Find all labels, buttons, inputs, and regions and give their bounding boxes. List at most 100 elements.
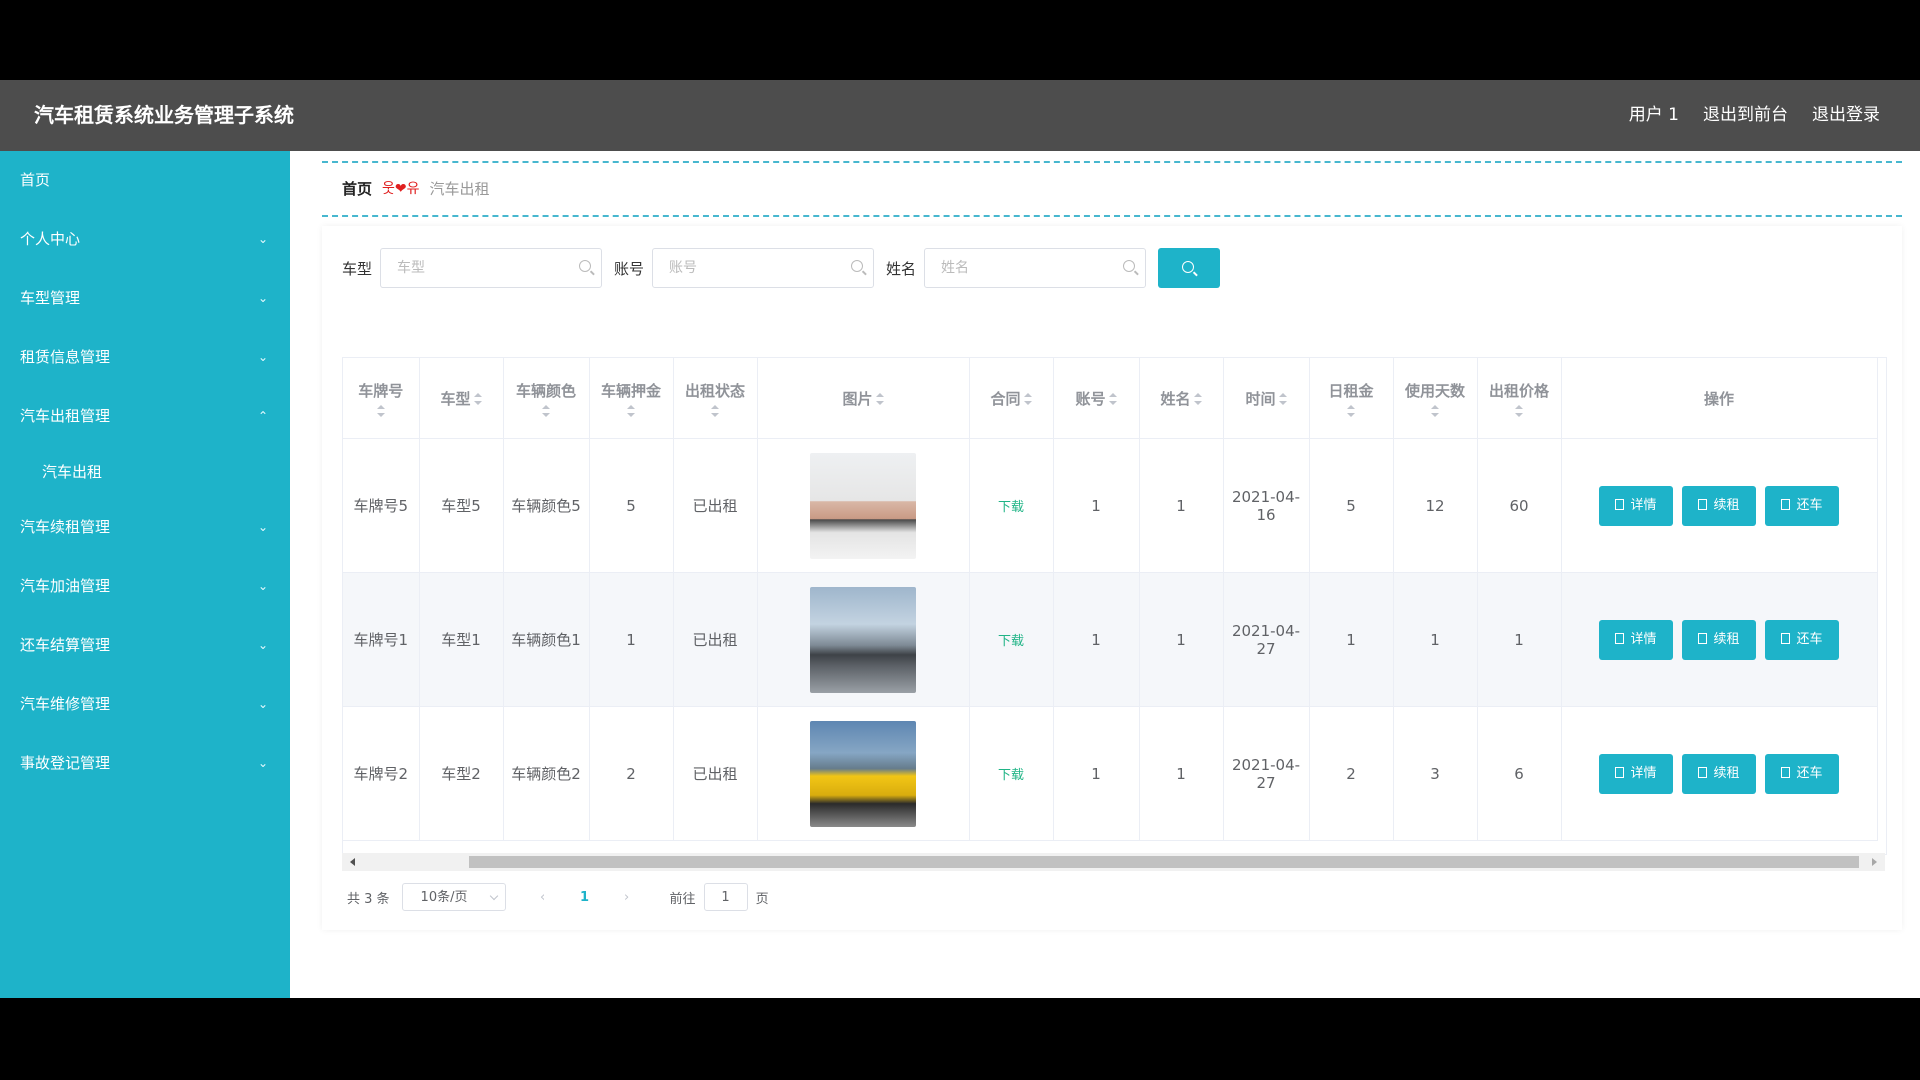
user-menu[interactable]: 用户 1 xyxy=(1629,80,1679,151)
sort-icon[interactable] xyxy=(1193,393,1202,405)
renew-button[interactable]: 续租 xyxy=(1682,485,1756,526)
column-header-label: 车辆押金 xyxy=(600,381,661,400)
cell-contract: 下载 xyxy=(969,438,1054,573)
chevron-down-icon xyxy=(489,891,498,901)
download-link[interactable]: 下载 xyxy=(998,500,1024,515)
name-field xyxy=(924,248,1147,288)
sidebar-subitem-car-rental[interactable]: 汽车出租 xyxy=(0,446,290,498)
sort-icon[interactable] xyxy=(1108,393,1117,405)
sort-icon[interactable] xyxy=(542,404,550,417)
renew-button-label: 续租 xyxy=(1713,765,1740,781)
column-header-label: 合同 xyxy=(990,389,1021,408)
column-header-status[interactable]: 出租状态 xyxy=(673,358,758,439)
sidebar-item-label: 个人中心 xyxy=(20,230,81,248)
breadcrumb-bar: 首页 웃❤유 汽车出租 xyxy=(322,161,1902,217)
document-icon xyxy=(1698,632,1708,644)
column-header-account[interactable]: 账号 xyxy=(1053,358,1140,439)
column-header-type[interactable]: 车型 xyxy=(419,358,504,439)
table-row: 车牌号1 车型1 车辆颜色1 1 已出租 下载 1 1 2021-04-27 1… xyxy=(343,572,1878,707)
renew-button[interactable]: 续租 xyxy=(1682,753,1756,794)
column-header-label: 时间 xyxy=(1245,389,1276,408)
sort-icon[interactable] xyxy=(1347,404,1355,417)
sidebar-item-label: 汽车维修管理 xyxy=(20,695,111,713)
rental-table: 车牌号 车型 车辆颜色 车辆押金 出租状态 图片 合同 账号 姓名 时间 日租金… xyxy=(343,358,1878,841)
return-button-label: 还车 xyxy=(1796,631,1823,647)
return-button[interactable]: 还车 xyxy=(1765,485,1839,526)
renew-button[interactable]: 续租 xyxy=(1682,619,1756,660)
download-link[interactable]: 下载 xyxy=(998,768,1024,783)
column-header-price[interactable]: 出租价格 xyxy=(1477,358,1562,439)
column-header-label: 车辆颜色 xyxy=(515,381,576,400)
sidebar-item-rental-info[interactable]: 租赁信息管理 ⌄ xyxy=(0,328,290,387)
breadcrumb-home[interactable]: 首页 xyxy=(342,163,372,215)
search-icon xyxy=(579,260,592,272)
return-button-label: 还车 xyxy=(1796,497,1823,513)
sidebar-item-personal-center[interactable]: 个人中心 ⌄ xyxy=(0,210,290,269)
horizontal-scrollbar[interactable] xyxy=(342,853,1885,871)
goto-page-input[interactable] xyxy=(703,883,748,911)
sort-icon[interactable] xyxy=(1278,393,1287,405)
account-label: 账号 xyxy=(614,259,645,278)
column-header-label: 出租状态 xyxy=(684,381,745,400)
page-number[interactable]: 1 xyxy=(570,890,600,905)
return-button[interactable]: 还车 xyxy=(1765,619,1839,660)
detail-button[interactable]: 详情 xyxy=(1599,753,1673,794)
page-size-select[interactable]: 10条/页 xyxy=(401,883,506,911)
sort-icon[interactable] xyxy=(711,404,719,417)
cell-actions: 详情 续租 还车 xyxy=(1561,706,1878,841)
sidebar-item-car-rental[interactable]: 汽车出租管理 ⌃ xyxy=(0,387,290,446)
search-icon xyxy=(1123,260,1136,272)
scroll-right-icon[interactable] xyxy=(1872,858,1877,866)
sidebar-item-accident[interactable]: 事故登记管理 ⌄ xyxy=(0,734,290,793)
cell-status: 已出租 xyxy=(673,706,758,841)
sort-icon[interactable] xyxy=(1431,404,1439,417)
sort-icon[interactable] xyxy=(875,393,884,405)
scrollbar-thumb[interactable] xyxy=(469,856,1859,868)
search-button[interactable] xyxy=(1158,248,1221,288)
column-header-daily-rent[interactable]: 日租金 xyxy=(1309,358,1394,439)
name-label: 姓名 xyxy=(886,259,917,278)
car-type-input[interactable] xyxy=(395,249,580,287)
account-input[interactable] xyxy=(667,249,852,287)
download-link[interactable]: 下载 xyxy=(998,634,1024,649)
column-header-color[interactable]: 车辆颜色 xyxy=(503,358,590,439)
sort-icon[interactable] xyxy=(376,404,385,417)
name-input[interactable] xyxy=(939,249,1124,287)
sidebar-item-home[interactable]: 首页 xyxy=(0,151,290,210)
prev-page-button[interactable]: ‹ xyxy=(528,890,558,905)
column-header-time[interactable]: 时间 xyxy=(1223,358,1310,439)
search-icon xyxy=(851,260,864,272)
next-page-button[interactable]: › xyxy=(612,890,642,905)
row-actions: 详情 续租 还车 xyxy=(1566,619,1873,660)
pagination: 共 3 条 10条/页 ‹ 1 › 前往 页 xyxy=(347,882,769,912)
return-button[interactable]: 还车 xyxy=(1765,753,1839,794)
sort-icon[interactable] xyxy=(473,393,482,405)
document-icon xyxy=(1781,498,1791,510)
sidebar-item-repair[interactable]: 汽车维修管理 ⌄ xyxy=(0,675,290,734)
table-row: 车牌号5 车型5 车辆颜色5 5 已出租 下载 1 1 2021-04-16 5… xyxy=(343,438,1878,573)
sort-icon[interactable] xyxy=(627,404,635,417)
row-actions: 详情 续租 还车 xyxy=(1566,485,1873,526)
renew-button-label: 续租 xyxy=(1713,631,1740,647)
column-header-plate[interactable]: 车牌号 xyxy=(343,358,420,439)
column-header-deposit[interactable]: 车辆押金 xyxy=(589,358,674,439)
column-header-label: 账号 xyxy=(1075,389,1106,408)
column-header-name[interactable]: 姓名 xyxy=(1139,358,1224,439)
sidebar-item-return-settlement[interactable]: 还车结算管理 ⌄ xyxy=(0,616,290,675)
logout-link[interactable]: 退出登录 xyxy=(1812,80,1880,151)
column-header-contract[interactable]: 合同 xyxy=(969,358,1054,439)
return-button-label: 还车 xyxy=(1796,765,1823,781)
sidebar-item-refuel[interactable]: 汽车加油管理 ⌄ xyxy=(0,557,290,616)
detail-button[interactable]: 详情 xyxy=(1599,619,1673,660)
sort-icon[interactable] xyxy=(1515,404,1523,417)
scroll-left-icon[interactable] xyxy=(350,858,355,866)
cell-name: 1 xyxy=(1139,706,1224,841)
exit-front-link[interactable]: 退出到前台 xyxy=(1703,80,1788,151)
sort-icon[interactable] xyxy=(1023,393,1032,405)
column-header-image[interactable]: 图片 xyxy=(757,358,970,439)
detail-button[interactable]: 详情 xyxy=(1599,485,1673,526)
column-header-days[interactable]: 使用天数 xyxy=(1393,358,1478,439)
detail-button-label: 详情 xyxy=(1630,765,1657,781)
sidebar-item-renewal[interactable]: 汽车续租管理 ⌄ xyxy=(0,498,290,557)
sidebar-item-car-type[interactable]: 车型管理 ⌄ xyxy=(0,269,290,328)
